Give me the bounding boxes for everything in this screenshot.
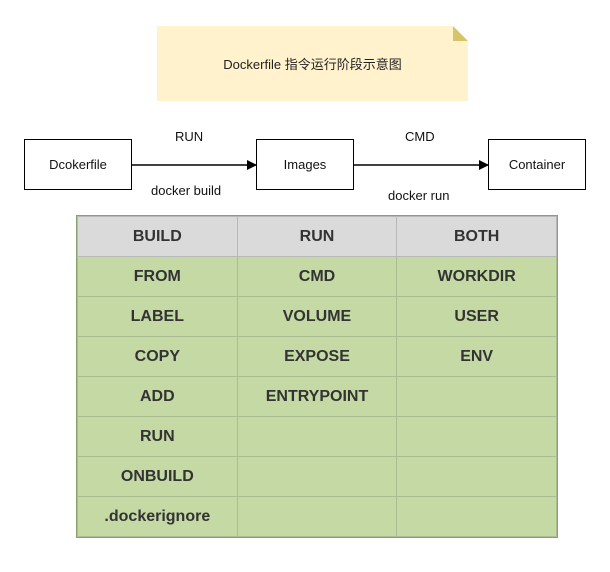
table-cell <box>236 456 398 497</box>
table-cell <box>396 496 557 537</box>
table-row: ADD ENTRYPOINT <box>77 376 557 417</box>
table-cell: ENV <box>396 336 557 377</box>
table-header-row: BUILD RUN BOTH <box>77 216 557 257</box>
header-both: BOTH <box>396 216 557 257</box>
table-cell: CMD <box>236 256 398 297</box>
node-container: Container <box>488 139 586 190</box>
edge-build-bottom-label: docker build <box>151 183 222 198</box>
table-cell: WORKDIR <box>396 256 557 297</box>
table-cell: ADD <box>77 376 238 417</box>
table-cell: EXPOSE <box>236 336 398 377</box>
table-cell: ONBUILD <box>77 456 238 497</box>
table-cell <box>396 416 557 457</box>
table-row: FROM CMD WORKDIR <box>77 256 557 297</box>
edge-run-bottom-label: docker run <box>388 188 450 203</box>
table-cell: .dockerignore <box>77 496 238 537</box>
node-images: Images <box>256 139 354 190</box>
table-cell: USER <box>396 296 557 337</box>
table-cell <box>236 416 398 457</box>
table-cell: VOLUME <box>236 296 398 337</box>
table-row: COPY EXPOSE ENV <box>77 336 557 377</box>
table-row: .dockerignore <box>77 496 557 537</box>
table-cell <box>396 376 557 417</box>
table-row: LABEL VOLUME USER <box>77 296 557 337</box>
node-dockerfile: Dcokerfile <box>24 139 132 190</box>
edge-run-top-label: CMD <box>405 129 435 144</box>
table-row: RUN <box>77 416 557 457</box>
table-cell: ENTRYPOINT <box>236 376 398 417</box>
header-build: BUILD <box>77 216 238 257</box>
table-cell <box>236 496 398 537</box>
table-row: ONBUILD <box>77 456 557 497</box>
instruction-table: BUILD RUN BOTH FROM CMD WORKDIR LABEL VO… <box>76 215 558 538</box>
table-cell: RUN <box>77 416 238 457</box>
header-run: RUN <box>236 216 398 257</box>
table-cell: LABEL <box>77 296 238 337</box>
edge-build-top-label: RUN <box>175 129 204 144</box>
table-cell: COPY <box>77 336 238 377</box>
table-cell <box>396 456 557 497</box>
table-cell: FROM <box>77 256 238 297</box>
